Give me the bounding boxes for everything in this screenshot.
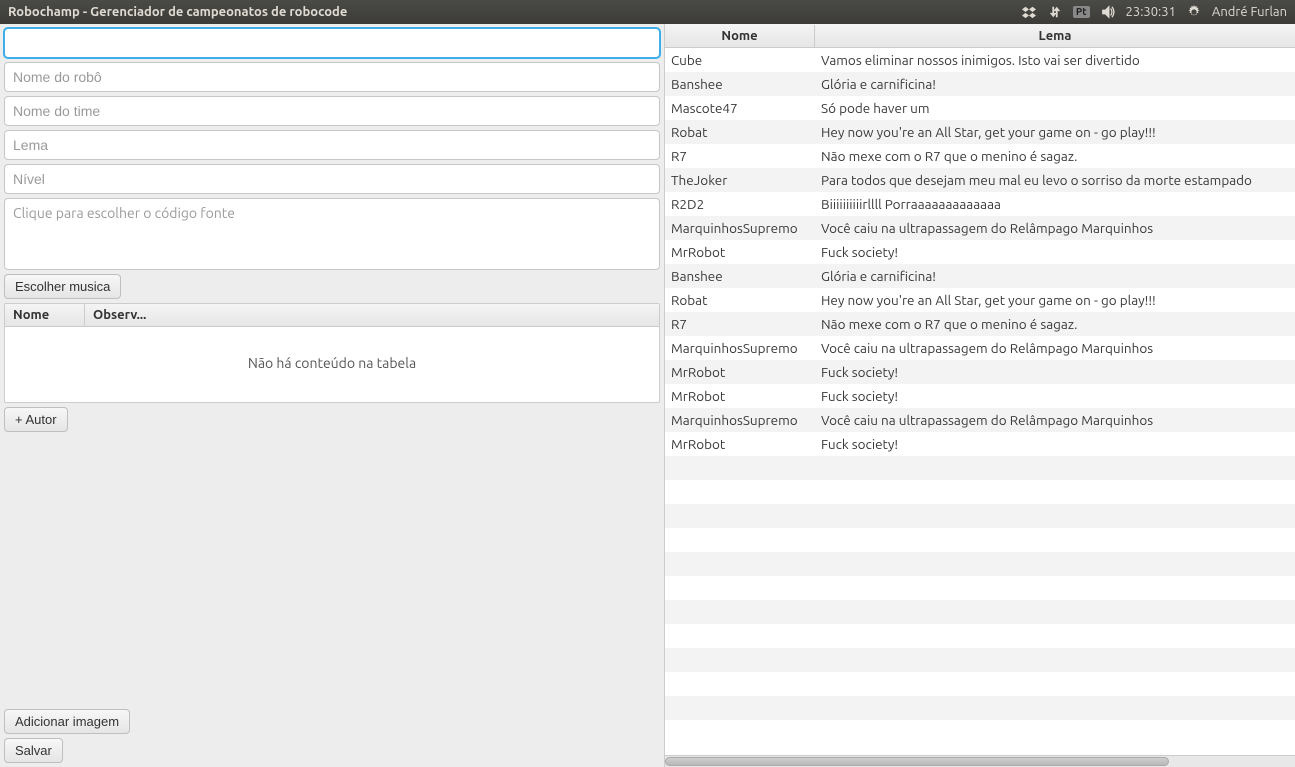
robot-name-input[interactable] (4, 62, 660, 92)
authors-table-empty-text: Não há conteúdo na tabela (5, 327, 659, 399)
table-row[interactable]: MarquinhosSupremoVocê caiu na ultrapassa… (665, 336, 1295, 360)
save-button[interactable]: Salvar (4, 738, 63, 763)
table-row[interactable]: RobatHey now you're an All Star, get you… (665, 120, 1295, 144)
cell-lema: Só pode haver um (815, 100, 1295, 116)
table-row-empty (665, 696, 1295, 720)
table-row-empty (665, 480, 1295, 504)
cell-lema: Para todos que desejam meu mal eu levo o… (815, 172, 1295, 188)
titlebar: Robochamp - Gerenciador de campeonatos d… (0, 0, 1295, 24)
dropbox-icon[interactable] (1021, 4, 1037, 20)
cell-nome: Banshee (665, 268, 815, 284)
cell-nome: Robat (665, 124, 815, 140)
cell-lema: Vamos eliminar nossos inimigos. Isto vai… (815, 52, 1295, 68)
table-row-empty (665, 528, 1295, 552)
listing-col-lema[interactable]: Lema (815, 25, 1295, 47)
gear-icon[interactable] (1186, 4, 1202, 20)
choose-music-button[interactable]: Escolher musica (4, 274, 121, 299)
listing-col-nome[interactable]: Nome (665, 25, 815, 47)
table-row[interactable]: R2D2Biiiiiiiiiirllll Porraaaaaaaaaaaaa (665, 192, 1295, 216)
table-row[interactable]: MrRobotFuck society! (665, 384, 1295, 408)
cell-nome: MrRobot (665, 244, 815, 260)
workspace: Escolher musica Nome Observ... Não há co… (0, 24, 1295, 767)
cell-nome: MrRobot (665, 388, 815, 404)
table-row-empty (665, 456, 1295, 480)
cell-lema: Você caiu na ultrapassagem do Relâmpago … (815, 220, 1295, 236)
listing-header: Nome Lema (665, 24, 1295, 48)
table-row[interactable]: MarquinhosSupremoVocê caiu na ultrapassa… (665, 408, 1295, 432)
table-row-empty (665, 648, 1295, 672)
cell-nome: Banshee (665, 76, 815, 92)
authors-col-nome[interactable]: Nome (5, 304, 85, 326)
window-title: Robochamp - Gerenciador de campeonatos d… (8, 5, 1021, 19)
volume-icon[interactable] (1100, 4, 1116, 20)
cell-nome: R7 (665, 316, 815, 332)
authors-col-obs[interactable]: Observ... (85, 304, 165, 326)
cell-nome: MarquinhosSupremo (665, 220, 815, 236)
table-row[interactable]: CubeVamos eliminar nossos inimigos. Isto… (665, 48, 1295, 72)
team-name-input[interactable] (4, 96, 660, 126)
table-row[interactable]: MrRobotFuck society! (665, 432, 1295, 456)
cell-nome: Mascote47 (665, 100, 815, 116)
system-tray: Pt 23:30:31 André Furlan (1021, 4, 1287, 20)
table-row[interactable]: BansheeGlória e carnificina! (665, 264, 1295, 288)
cell-lema: Glória e carnificina! (815, 76, 1295, 92)
form-pane: Escolher musica Nome Observ... Não há co… (0, 24, 664, 767)
cell-lema: Não mexe com o R7 que o menino é sagaz. (815, 316, 1295, 332)
cell-lema: Fuck society! (815, 364, 1295, 380)
table-row-empty (665, 576, 1295, 600)
authors-table-header: Nome Observ... (5, 304, 659, 327)
cell-lema: Hey now you're an All Star, get your gam… (815, 292, 1295, 308)
add-image-button[interactable]: Adicionar imagem (4, 709, 130, 734)
cell-nome: MarquinhosSupremo (665, 412, 815, 428)
authors-table: Nome Observ... Não há conteúdo na tabela (4, 303, 660, 403)
table-row-empty (665, 600, 1295, 624)
cell-lema: Hey now you're an All Star, get your gam… (815, 124, 1295, 140)
field-0-input[interactable] (4, 28, 660, 58)
cell-nome: MrRobot (665, 364, 815, 380)
table-row-empty (665, 672, 1295, 696)
keyboard-layout-indicator[interactable]: Pt (1073, 6, 1090, 18)
cell-nome: R7 (665, 148, 815, 164)
table-row[interactable]: R7Não mexe com o R7 que o menino é sagaz… (665, 144, 1295, 168)
source-code-input[interactable] (4, 198, 660, 270)
clock[interactable]: 23:30:31 (1126, 5, 1176, 19)
username-label[interactable]: André Furlan (1212, 5, 1287, 19)
table-row[interactable]: R7Não mexe com o R7 que o menino é sagaz… (665, 312, 1295, 336)
cell-nome: TheJoker (665, 172, 815, 188)
table-row-empty (665, 720, 1295, 744)
cell-lema: Fuck society! (815, 436, 1295, 452)
table-row-empty (665, 504, 1295, 528)
cell-nome: R2D2 (665, 196, 815, 212)
table-row[interactable]: RobatHey now you're an All Star, get you… (665, 288, 1295, 312)
cell-lema: Glória e carnificina! (815, 268, 1295, 284)
cell-nome: MrRobot (665, 436, 815, 452)
table-row[interactable]: Mascote47Só pode haver um (665, 96, 1295, 120)
table-row[interactable]: TheJokerPara todos que desejam meu mal e… (665, 168, 1295, 192)
cell-nome: MarquinhosSupremo (665, 340, 815, 356)
scrollbar-thumb[interactable] (665, 757, 1169, 766)
table-row[interactable]: BansheeGlória e carnificina! (665, 72, 1295, 96)
cell-nome: Cube (665, 52, 815, 68)
cell-lema: Fuck society! (815, 244, 1295, 260)
horizontal-scrollbar[interactable] (665, 755, 1295, 767)
level-input[interactable] (4, 164, 660, 194)
table-row-empty (665, 624, 1295, 648)
table-row[interactable]: MarquinhosSupremoVocê caiu na ultrapassa… (665, 216, 1295, 240)
listing-body[interactable]: CubeVamos eliminar nossos inimigos. Isto… (665, 48, 1295, 755)
cell-lema: Fuck society! (815, 388, 1295, 404)
cell-lema: Você caiu na ultrapassagem do Relâmpago … (815, 412, 1295, 428)
listing-pane: Nome Lema CubeVamos eliminar nossos inim… (664, 24, 1295, 767)
table-row-empty (665, 552, 1295, 576)
cell-lema: Você caiu na ultrapassagem do Relâmpago … (815, 340, 1295, 356)
cell-lema: Biiiiiiiiiirllll Porraaaaaaaaaaaaa (815, 196, 1295, 212)
table-row[interactable]: MrRobotFuck society! (665, 240, 1295, 264)
network-icon[interactable] (1047, 4, 1063, 20)
table-row[interactable]: MrRobotFuck society! (665, 360, 1295, 384)
spacer (4, 436, 660, 705)
motto-input[interactable] (4, 130, 660, 160)
cell-lema: Não mexe com o R7 que o menino é sagaz. (815, 148, 1295, 164)
cell-nome: Robat (665, 292, 815, 308)
add-author-button[interactable]: + Autor (4, 407, 68, 432)
